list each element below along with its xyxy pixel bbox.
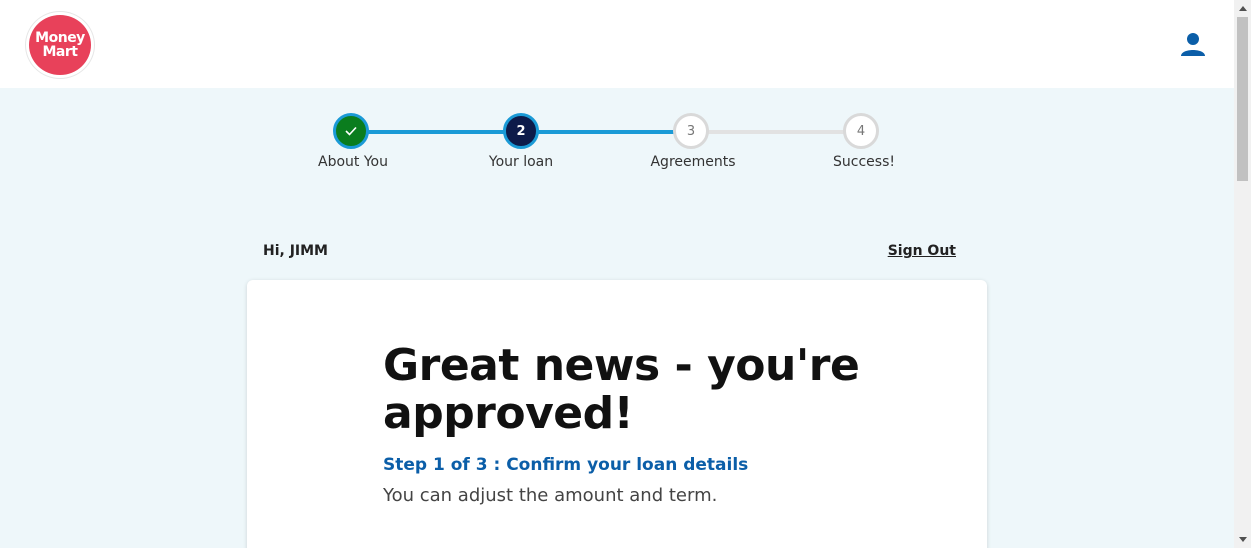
step-progress-note: Step 1 of 3 : Confirm your loan details bbox=[383, 455, 749, 475]
step-3-number: 3 bbox=[686, 123, 696, 139]
approval-headline: Great news - you're approved! bbox=[383, 340, 860, 439]
vertical-scrollbar[interactable] bbox=[1234, 0, 1251, 548]
check-icon bbox=[345, 126, 357, 136]
stepper-track-pending bbox=[691, 130, 861, 134]
step-4-number: 4 bbox=[856, 123, 866, 139]
greeting-row: Hi, JIMM Sign Out bbox=[263, 243, 956, 263]
stepper-track-done-2 bbox=[521, 130, 691, 134]
step-1-circle bbox=[333, 113, 369, 149]
greeting-text: Hi, JIMM bbox=[263, 243, 328, 259]
step-2-number: 2 bbox=[516, 123, 526, 139]
scroll-up-arrow-icon[interactable] bbox=[1234, 0, 1251, 17]
top-header: Money Mart bbox=[0, 0, 1234, 88]
step-4-label: Success! bbox=[833, 154, 895, 170]
scroll-thumb[interactable] bbox=[1237, 17, 1248, 181]
step-1-label: About You bbox=[318, 154, 388, 170]
user-icon[interactable] bbox=[1179, 30, 1207, 58]
approval-card: Great news - you're approved! Step 1 of … bbox=[247, 280, 987, 548]
stepper-track-done-1 bbox=[353, 130, 521, 134]
logo-text-line1: Money bbox=[35, 30, 85, 46]
step-4-circle: 4 bbox=[843, 113, 879, 149]
adjust-instructions: You can adjust the amount and term. bbox=[383, 485, 718, 506]
step-2-circle: 2 bbox=[503, 113, 539, 149]
sign-out-link[interactable]: Sign Out bbox=[888, 243, 956, 259]
step-2-label: Your loan bbox=[488, 154, 554, 170]
step-3-label: Agreements bbox=[650, 154, 736, 170]
money-mart-logo[interactable]: Money Mart bbox=[26, 12, 94, 78]
progress-stepper: About You 2 Your loan 3 Agreements 4 Suc… bbox=[300, 110, 940, 180]
scroll-down-arrow-icon[interactable] bbox=[1234, 531, 1251, 548]
step-3-circle: 3 bbox=[673, 113, 709, 149]
logo-text-line2: Mart bbox=[42, 44, 78, 60]
